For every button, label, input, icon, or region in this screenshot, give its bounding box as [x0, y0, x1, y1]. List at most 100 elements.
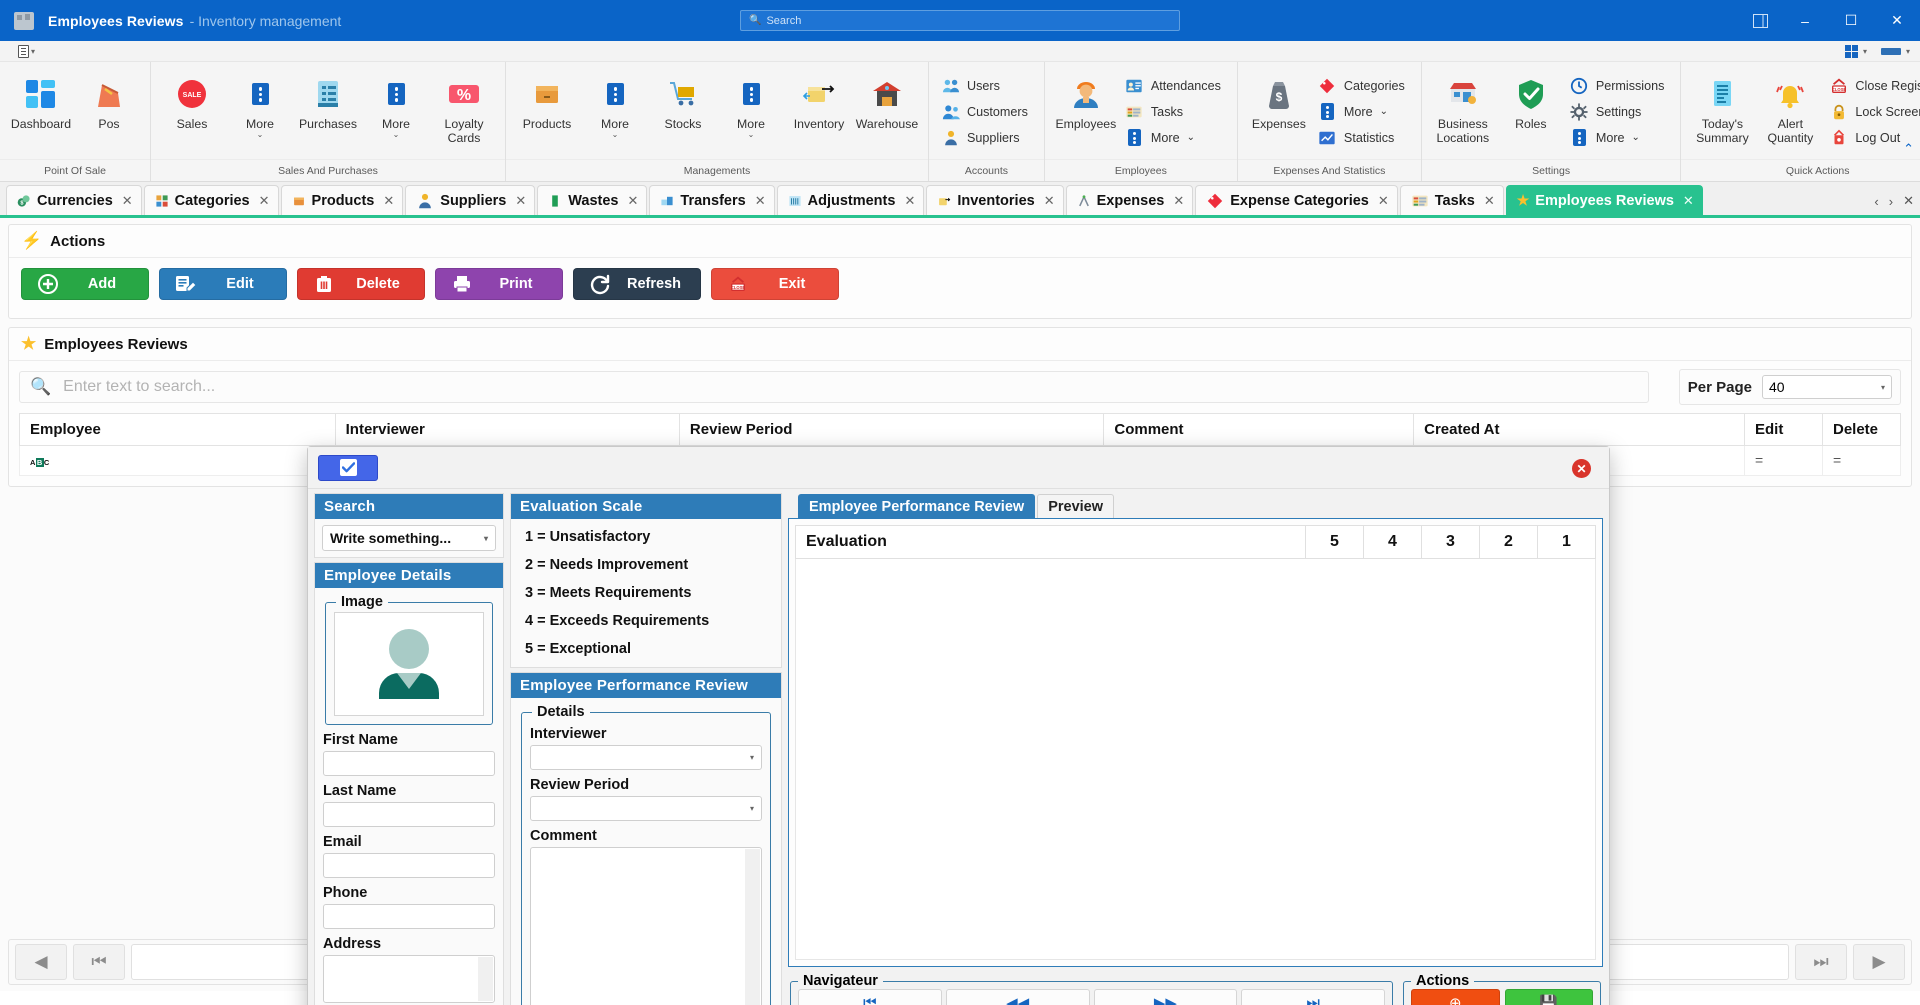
- add-record-icon[interactable]: ⊕: [1411, 989, 1500, 1005]
- ribbon-item-tasks[interactable]: Tasks: [1121, 99, 1229, 124]
- tab-transfers[interactable]: Transfers ✕: [649, 185, 775, 215]
- exit-button[interactable]: CLOSE Exit: [711, 268, 839, 300]
- ribbon-button-loyalty-cards[interactable]: % Loyalty Cards: [431, 70, 497, 145]
- ribbon-button-purchases[interactable]: Purchases: [295, 70, 361, 131]
- ribbon-button-roles[interactable]: Roles: [1498, 70, 1564, 131]
- tab-close-icon[interactable]: ✕: [904, 193, 915, 209]
- tab-categories[interactable]: Categories ✕: [143, 185, 279, 215]
- ribbon-button-more[interactable]: More ⌄: [363, 70, 429, 139]
- dialog-close-button[interactable]: ✕: [1572, 459, 1591, 478]
- ribbon-button-alert-quantity[interactable]: Alert Quantity: [1757, 70, 1823, 145]
- layout-switcher[interactable]: ▾: [1844, 44, 1867, 58]
- tab-suppliers[interactable]: Suppliers ✕: [405, 185, 536, 215]
- maximize-button[interactable]: ☐: [1828, 0, 1874, 41]
- tab-close-icon[interactable]: ✕: [1683, 193, 1694, 209]
- tab-wastes[interactable]: Wastes ✕: [537, 185, 648, 215]
- tab-close-icon[interactable]: ✕: [1044, 193, 1055, 209]
- print-button[interactable]: Print: [435, 268, 563, 300]
- delete-button[interactable]: Delete: [297, 268, 425, 300]
- ribbon-button-more[interactable]: More ⌄: [582, 70, 648, 139]
- ribbon-item-more[interactable]: More ⌄: [1121, 125, 1229, 150]
- add-button[interactable]: Add: [21, 268, 149, 300]
- ribbon-button-stocks[interactable]: Stocks: [650, 70, 716, 131]
- column-header-interviewer[interactable]: Interviewer: [334, 413, 680, 446]
- field-input-last-name[interactable]: [323, 802, 495, 827]
- tab-expenses[interactable]: Expenses ✕: [1065, 185, 1194, 215]
- grid-search-box[interactable]: 🔍: [19, 371, 1649, 403]
- ribbon-item-more[interactable]: More ⌄: [1314, 99, 1413, 124]
- column-header-edit[interactable]: Edit: [1744, 413, 1823, 446]
- ribbon-button-sales[interactable]: SALE Sales: [159, 70, 225, 131]
- field-input-email[interactable]: [323, 853, 495, 878]
- ribbon-item-close-register[interactable]: CLOSE Close Register: [1825, 73, 1920, 98]
- ribbon-button-dashboard[interactable]: Dashboard: [8, 70, 74, 131]
- column-header-review-period[interactable]: Review Period: [678, 413, 1105, 446]
- comment-textarea[interactable]: [530, 847, 762, 1005]
- ribbon-button-products[interactable]: Products: [514, 70, 580, 131]
- ribbon-item-categories[interactable]: Categories: [1314, 73, 1413, 98]
- ribbon-button-more[interactable]: More ⌄: [227, 70, 293, 139]
- tab-products[interactable]: Products ✕: [280, 185, 404, 215]
- tab-adjustments[interactable]: Adjustments ✕: [776, 185, 925, 215]
- edit-button[interactable]: Edit: [159, 268, 287, 300]
- tab-tasks[interactable]: Tasks ✕: [1399, 185, 1504, 215]
- field-input-phone[interactable]: [323, 904, 495, 929]
- column-header-employee[interactable]: Employee: [19, 413, 336, 446]
- ribbon-button-business-locations[interactable]: Business Locations: [1430, 70, 1496, 145]
- confirm-toggle-button[interactable]: [318, 454, 378, 481]
- column-header-comment[interactable]: Comment: [1103, 413, 1415, 446]
- page-first-button[interactable]: ⏮: [73, 944, 125, 980]
- page-prev-button[interactable]: ◀: [15, 944, 67, 980]
- tab-employees-reviews[interactable]: ★ Employees Reviews ✕: [1505, 185, 1703, 215]
- ribbon-button-employees[interactable]: Employees: [1053, 70, 1119, 131]
- tab-close-all-icon[interactable]: ✕: [1903, 193, 1914, 209]
- ribbon-button-more[interactable]: More ⌄: [718, 70, 784, 139]
- tab-close-icon[interactable]: ✕: [1484, 193, 1495, 209]
- search-input[interactable]: [61, 377, 1638, 397]
- first-record-icon[interactable]: ⏮: [798, 989, 942, 1005]
- chevron-down-icon[interactable]: ▾: [31, 47, 35, 56]
- chevron-down-icon[interactable]: ▾: [1863, 47, 1867, 56]
- tab-scroll-right-icon[interactable]: ›: [1889, 194, 1893, 209]
- ribbon-button-warehouse[interactable]: Warehouse: [854, 70, 920, 131]
- field-input-first-name[interactable]: [323, 751, 495, 776]
- tab-close-icon[interactable]: ✕: [628, 193, 639, 209]
- refresh-button[interactable]: Refresh: [573, 268, 701, 300]
- interviewer-select[interactable]: ▾: [530, 745, 762, 770]
- tab-close-icon[interactable]: ✕: [755, 193, 766, 209]
- ribbon-item-statistics[interactable]: Statistics: [1314, 125, 1413, 150]
- ribbon-item-suppliers[interactable]: Suppliers: [937, 125, 1036, 150]
- ribbon-item-more[interactable]: More ⌄: [1566, 125, 1673, 150]
- edit-row-icon[interactable]: =: [1755, 452, 1763, 468]
- ribbon-item-users[interactable]: Users: [937, 73, 1036, 98]
- per-page-select[interactable]: 40 ▾: [1762, 375, 1892, 399]
- ribbon-button-pos[interactable]: Pos: [76, 70, 142, 131]
- column-header-created-at[interactable]: Created At: [1413, 413, 1745, 446]
- ribbon-collapse-icon[interactable]: ⌃: [1903, 141, 1914, 157]
- search-combo[interactable]: Write something... ▾: [322, 525, 496, 551]
- review-period-select[interactable]: ▾: [530, 796, 762, 821]
- document-icon[interactable]: [18, 44, 29, 58]
- theme-switcher[interactable]: ▾: [1880, 47, 1910, 56]
- dialog-tab-preview[interactable]: Preview: [1037, 494, 1115, 518]
- ribbon-button-today-s-summary[interactable]: Today's Summary: [1689, 70, 1755, 145]
- ribbon-button-expenses[interactable]: $ Expenses: [1246, 70, 1312, 131]
- save-icon[interactable]: 💾: [1504, 989, 1593, 1005]
- tab-close-icon[interactable]: ✕: [383, 193, 394, 209]
- tab-close-icon[interactable]: ✕: [1378, 193, 1389, 209]
- next-record-icon[interactable]: ▶▶: [1093, 989, 1238, 1005]
- column-header-delete[interactable]: Delete: [1822, 413, 1901, 446]
- global-search-input[interactable]: 🔍 Search: [740, 10, 1180, 31]
- ribbon-item-lock-screen[interactable]: Lock Screen: [1825, 99, 1920, 124]
- panel-toggle-icon[interactable]: [1738, 0, 1782, 41]
- ribbon-item-customers[interactable]: Customers: [937, 99, 1036, 124]
- field-input-address[interactable]: [323, 955, 495, 1003]
- tab-close-icon[interactable]: ✕: [1173, 193, 1184, 209]
- tab-close-icon[interactable]: ✕: [259, 193, 270, 209]
- dialog-tab-employee-performance-review[interactable]: Employee Performance Review: [798, 494, 1036, 518]
- close-button[interactable]: ✕: [1874, 0, 1920, 41]
- ribbon-item-permissions[interactable]: Permissions: [1566, 73, 1673, 98]
- tab-close-icon[interactable]: ✕: [122, 193, 133, 209]
- tab-expense-categories[interactable]: Expense Categories ✕: [1195, 185, 1398, 215]
- page-last-button[interactable]: ⏭: [1795, 944, 1847, 980]
